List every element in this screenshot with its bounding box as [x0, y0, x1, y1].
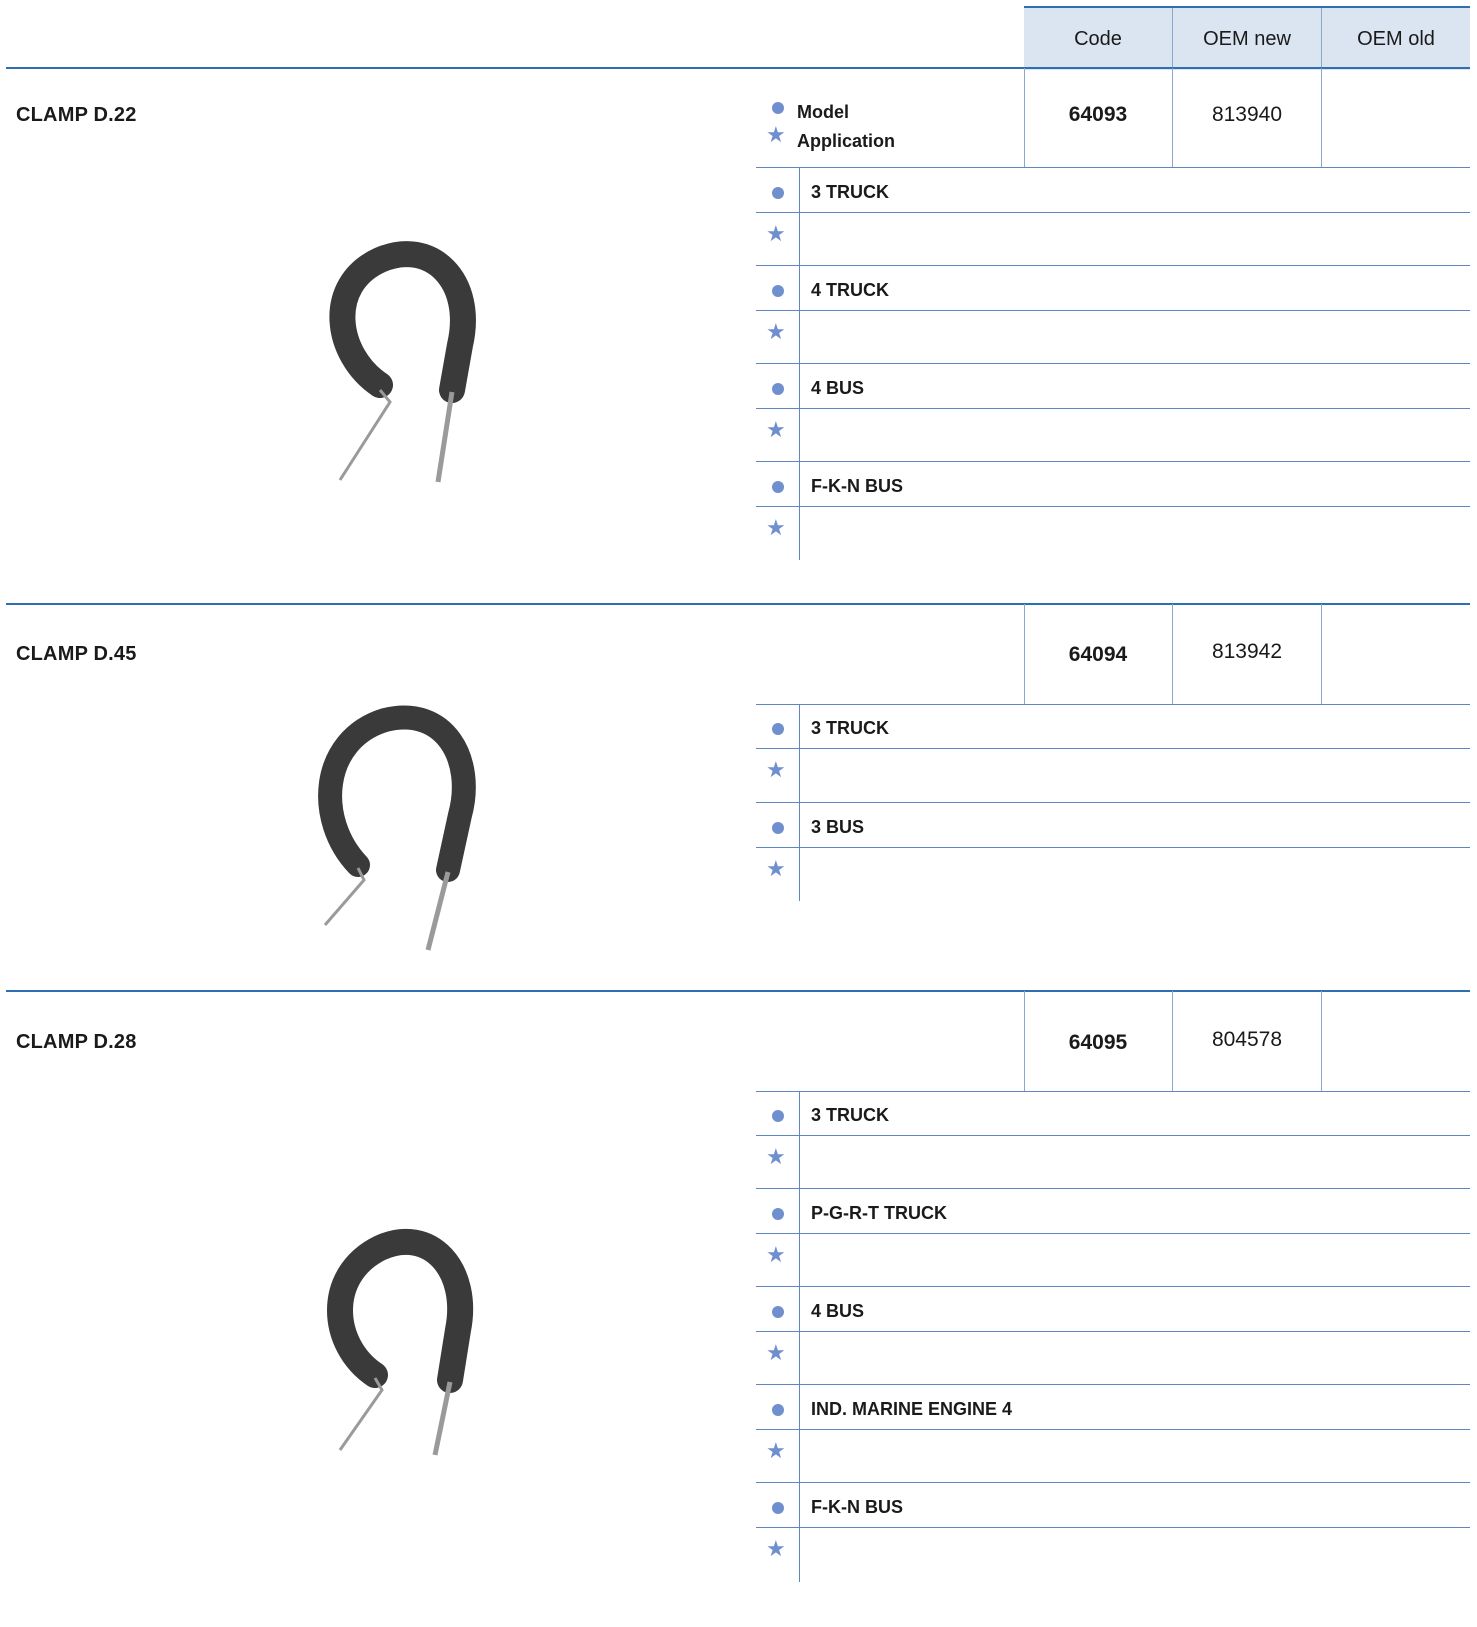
column-header: Code OEM new OEM old: [1024, 6, 1470, 70]
row-divider: [756, 506, 1470, 507]
clamp-image: [318, 705, 476, 951]
row-divider: [756, 1135, 1470, 1136]
oem-new-header: OEM new: [1203, 27, 1291, 50]
row-divider: [756, 748, 1470, 749]
application-star-icon: ★: [766, 221, 786, 246]
model-name: 3 BUS: [811, 817, 865, 837]
legend-application-label: Application: [797, 131, 895, 151]
application-star-icon: ★: [766, 1340, 786, 1365]
row-divider: [756, 212, 1470, 213]
legend-model-label: Model: [797, 102, 849, 122]
application-star-icon: ★: [766, 122, 786, 147]
model-name: IND. MARINE ENGINE 4: [811, 1399, 1013, 1419]
clamp-image: [329, 241, 476, 483]
model-bullet-icon: [772, 1404, 784, 1416]
model-name: F-K-N BUS: [811, 476, 903, 496]
oem-old-header: OEM old: [1357, 27, 1435, 50]
oem-new-value: 813940: [1211, 103, 1283, 126]
product-code: 64095: [1068, 1031, 1128, 1054]
row-divider: [756, 310, 1470, 311]
row-divider: [756, 167, 1470, 168]
model-column-divider: [799, 168, 800, 560]
model-name: P-G-R-T TRUCK: [811, 1203, 947, 1223]
model-bullet-icon: [772, 822, 784, 834]
row-divider: [756, 1091, 1470, 1092]
model-name: 3 TRUCK: [811, 1105, 890, 1125]
application-star-icon: ★: [766, 1536, 786, 1561]
section-divider: [6, 67, 1470, 69]
row-divider: [756, 363, 1470, 364]
model-name: 4 BUS: [811, 1301, 865, 1321]
row-divider: [756, 1384, 1470, 1385]
product-title: CLAMP D.22: [16, 104, 137, 126]
row-divider: [756, 1233, 1470, 1234]
model-name: 3 TRUCK: [811, 718, 890, 738]
model-bullet-icon: [772, 383, 784, 395]
row-divider: [756, 1286, 1470, 1287]
oem-new-value: 804578: [1211, 1028, 1283, 1051]
row-divider: [756, 1527, 1470, 1528]
application-star-icon: ★: [766, 515, 786, 540]
model-name: 4 TRUCK: [811, 280, 890, 300]
row-divider: [756, 802, 1470, 803]
application-star-icon: ★: [766, 1144, 786, 1169]
model-column-divider: [799, 705, 800, 901]
section-divider: [6, 603, 1470, 605]
column-divider: [1321, 604, 1322, 704]
model-bullet-icon: [772, 187, 784, 199]
product-code: 64094: [1068, 643, 1128, 666]
model-bullet-icon: [772, 102, 784, 114]
model-name: 3 TRUCK: [811, 182, 890, 202]
row-divider: [756, 1429, 1470, 1430]
row-divider: [756, 847, 1470, 848]
model-name: F-K-N BUS: [811, 1497, 903, 1517]
product-title: CLAMP D.28: [16, 1031, 137, 1053]
row-divider: [756, 265, 1470, 266]
row-divider: [756, 704, 1470, 705]
row-divider: [756, 1188, 1470, 1189]
model-column-divider: [799, 1092, 800, 1582]
application-star-icon: ★: [766, 757, 786, 782]
section-divider: [6, 990, 1470, 992]
model-name: 4 BUS: [811, 378, 865, 398]
clamp-image: [327, 1229, 474, 1456]
product-title: CLAMP D.45: [16, 643, 137, 665]
oem-new-value: 813942: [1211, 640, 1283, 663]
product-code: 64093: [1068, 103, 1128, 126]
application-star-icon: ★: [766, 1438, 786, 1463]
row-divider: [756, 1331, 1470, 1332]
row-divider: [756, 408, 1470, 409]
application-star-icon: ★: [766, 319, 786, 344]
model-bullet-icon: [772, 1208, 784, 1220]
code-header: Code: [1074, 27, 1122, 50]
row-divider: [756, 1482, 1470, 1483]
model-bullet-icon: [772, 481, 784, 493]
model-bullet-icon: [772, 1502, 784, 1514]
model-bullet-icon: [772, 723, 784, 735]
model-bullet-icon: [772, 285, 784, 297]
model-bullet-icon: [772, 1110, 784, 1122]
column-divider: [1321, 68, 1322, 168]
application-star-icon: ★: [766, 1242, 786, 1267]
row-divider: [756, 461, 1470, 462]
model-bullet-icon: [772, 1306, 784, 1318]
application-star-icon: ★: [766, 856, 786, 881]
column-divider: [1321, 991, 1322, 1091]
application-star-icon: ★: [766, 417, 786, 442]
